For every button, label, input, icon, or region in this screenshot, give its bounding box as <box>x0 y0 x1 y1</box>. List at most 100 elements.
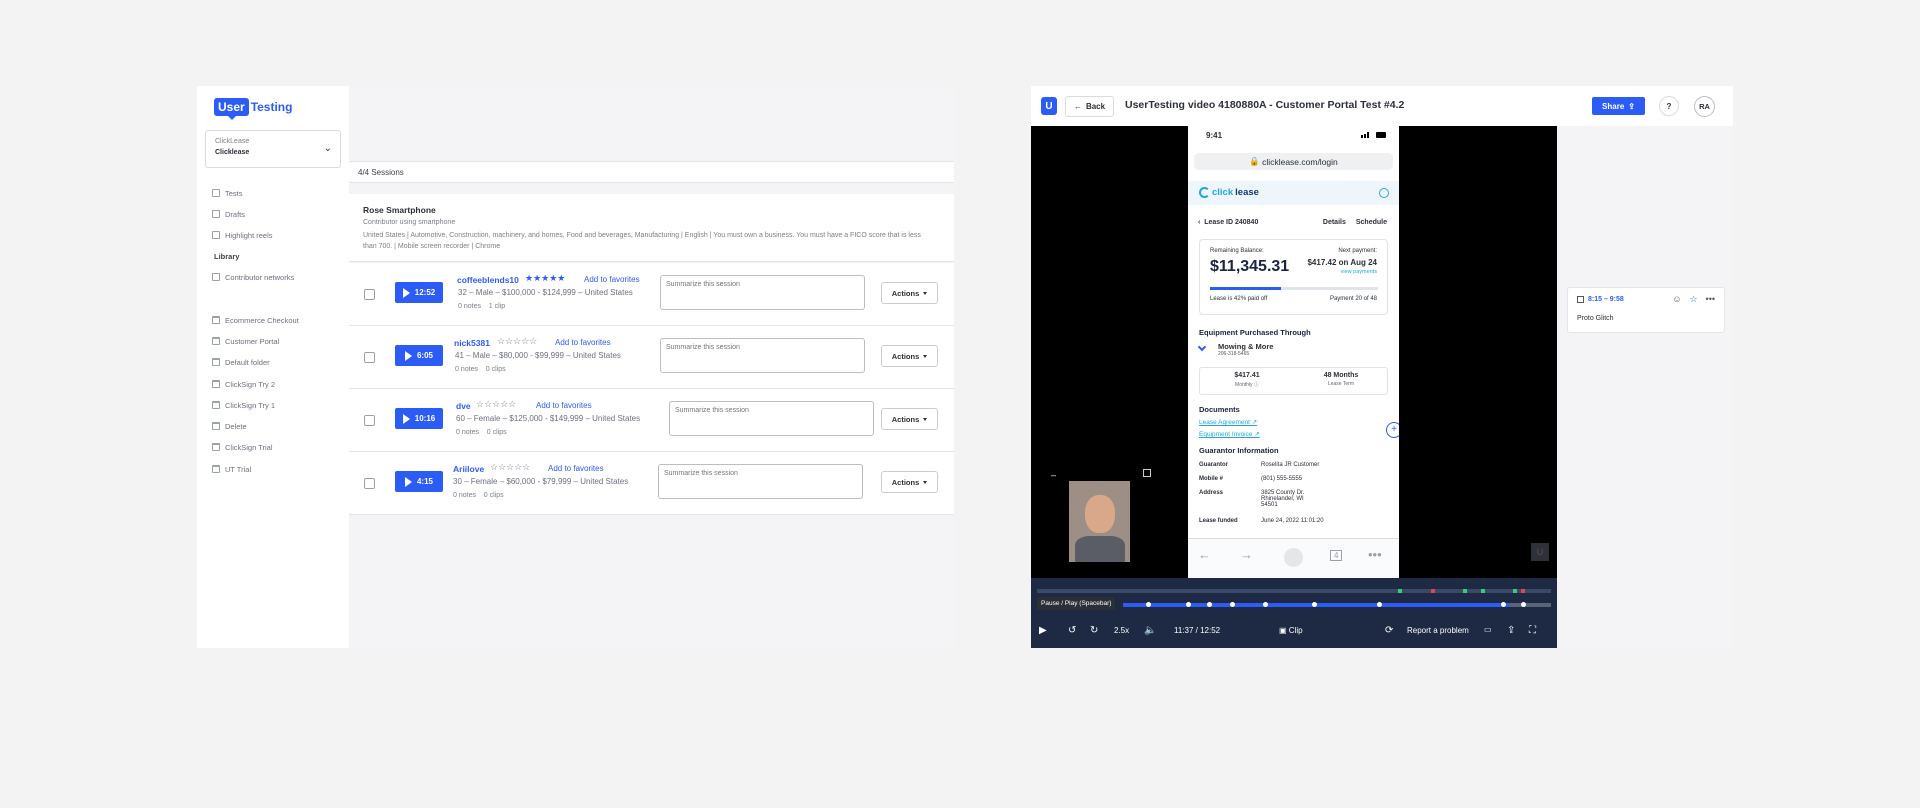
star-rating[interactable]: ★★★★★ <box>525 273 565 284</box>
actions-dropdown[interactable]: Actions <box>881 408 938 430</box>
sidebar: User Testing ClickLease Clicklease ⌄ Tes… <box>197 86 349 648</box>
folder-item[interactable]: Customer Portal <box>212 335 279 347</box>
play-session-button[interactable]: 4:15 <box>395 471 443 492</box>
emoji-icon[interactable]: ☺ <box>1672 294 1681 305</box>
volume-icon[interactable]: 🔈 <box>1144 625 1156 636</box>
green-marker <box>1398 589 1402 593</box>
folder-label: ClickSign Try 2 <box>225 379 276 389</box>
avatar[interactable]: RA <box>1694 96 1715 117</box>
note-marker[interactable] <box>1263 602 1268 607</box>
row-checkbox[interactable] <box>364 289 375 300</box>
report-problem-button[interactable]: Report a problem <box>1407 626 1469 635</box>
star-icon[interactable]: ☆ <box>1689 294 1697 305</box>
forward-icon[interactable]: ↻ <box>1090 625 1098 636</box>
row-checkbox[interactable] <box>364 352 375 363</box>
play-session-button[interactable]: 10:16 <box>395 408 443 429</box>
note-marker[interactable] <box>1230 602 1235 607</box>
arrow-left-icon: ← <box>1073 102 1082 111</box>
guarantor-value: Roselita JR Customer <box>1261 462 1320 468</box>
play-icon <box>404 350 412 361</box>
add-to-favorites-link[interactable]: Add to favorites <box>555 338 611 347</box>
add-to-favorites-link[interactable]: Add to favorites <box>584 275 640 284</box>
sidebar-item-drafts[interactable]: Drafts <box>212 208 245 220</box>
star-rating[interactable]: ☆☆☆☆☆ <box>490 462 530 473</box>
actions-dropdown[interactable]: Actions <box>881 471 938 493</box>
summary-input[interactable] <box>669 401 874 436</box>
note-marker[interactable] <box>1186 602 1191 607</box>
session-duration: 4:15 <box>416 477 433 486</box>
tests-icon <box>212 189 220 197</box>
usertesting-logo[interactable]: User Testing <box>214 98 292 120</box>
session-username[interactable]: Ariilove <box>453 464 484 474</box>
folder-item[interactable]: Delete <box>212 420 247 432</box>
folder-label: ClickSign Try 1 <box>225 400 276 410</box>
sidebar-item-highlight-reels[interactable]: Highlight reels <box>212 229 273 241</box>
share-icon[interactable]: ⇪ <box>1507 625 1515 636</box>
note-marker[interactable] <box>1207 602 1212 607</box>
note-marker[interactable] <box>1521 602 1526 607</box>
summary-input[interactable] <box>660 338 865 373</box>
expand-icon[interactable] <box>1143 469 1151 477</box>
summary-input[interactable] <box>658 464 863 499</box>
progress-bar[interactable] <box>1123 602 1551 607</box>
playback-speed[interactable]: 2.5x <box>1114 626 1129 635</box>
sidebar-item-contributor-networks[interactable]: Contributor networks <box>212 271 294 283</box>
play-session-button[interactable]: 12:52 <box>395 282 443 303</box>
actions-dropdown[interactable]: Actions <box>881 345 938 367</box>
monthly-term: $417.41 Monthly ⓘ <box>1200 372 1294 388</box>
actions-dropdown[interactable]: Actions <box>881 282 938 304</box>
share-button[interactable]: Share ⇪ <box>1592 97 1645 115</box>
lease-term: 48 Months Lease Term <box>1294 372 1388 387</box>
folder-item[interactable]: UT Trial <box>212 463 251 475</box>
video-area[interactable]: 9:41 🔒 clicklease.com/login click lease ‹… <box>1031 126 1557 648</box>
session-username[interactable]: nick5381 <box>454 338 490 348</box>
rewind-icon[interactable]: ↺ <box>1068 625 1076 636</box>
fullscreen-icon[interactable]: ⛶ <box>1529 625 1536 636</box>
clip-button[interactable]: ▣ Clip <box>1279 626 1303 635</box>
note-marker[interactable] <box>1312 602 1317 607</box>
sidebar-item-tests[interactable]: Tests <box>212 187 243 199</box>
summary-input[interactable] <box>660 275 865 310</box>
help-button[interactable]: ? <box>1659 96 1679 116</box>
term-label: Lease Term <box>1327 381 1355 387</box>
highlight-track[interactable] <box>1037 589 1551 593</box>
webcam-face <box>1085 495 1115 533</box>
session-username[interactable]: coffeeblends10 <box>457 275 519 285</box>
folder-item[interactable]: ClickSign Try 2 <box>212 378 275 390</box>
notes-count: 0 notes <box>455 366 478 373</box>
phone-screen: 9:41 🔒 clicklease.com/login click lease ‹… <box>1188 126 1399 578</box>
calendar-icon <box>1577 296 1584 303</box>
folder-item[interactable]: Ecommerce Checkout <box>212 314 299 326</box>
note-marker[interactable] <box>1501 602 1506 607</box>
workspace-selector[interactable]: ClickLease Clicklease ⌄ <box>205 130 341 168</box>
star-rating[interactable]: ☆☆☆☆☆ <box>497 336 537 347</box>
folder-item[interactable]: Default folder <box>212 356 270 368</box>
note-marker[interactable] <box>1146 602 1151 607</box>
row-checkbox[interactable] <box>364 478 375 489</box>
usertesting-logo[interactable]: U <box>1041 97 1057 115</box>
session-duration: 12:52 <box>414 288 436 297</box>
note-card[interactable]: 8:15 – 9:58 ☺ ☆ ••• Proto Glitch <box>1567 287 1725 333</box>
row-checkbox[interactable] <box>364 415 375 426</box>
play-icon[interactable]: ▶ <box>1039 625 1047 636</box>
back-button[interactable]: ← Back <box>1065 96 1114 117</box>
captions-icon[interactable]: ▭ <box>1484 625 1492 634</box>
add-to-favorites-link[interactable]: Add to favorites <box>536 401 592 410</box>
folder-icon <box>212 422 220 430</box>
folder-item[interactable]: ClickSign Try 1 <box>212 399 275 411</box>
star-rating[interactable]: ☆☆☆☆☆ <box>476 399 516 410</box>
minimize-icon[interactable]: – <box>1051 470 1056 480</box>
sync-icon[interactable]: ⟳ <box>1385 625 1393 636</box>
play-session-button[interactable]: 6:05 <box>395 345 443 366</box>
webcam-feed <box>1069 481 1130 562</box>
more-icon[interactable]: ••• <box>1706 294 1715 305</box>
note-time-text: 8:15 – 9:58 <box>1588 296 1624 303</box>
video-topbar: U ← Back UserTesting video 4180880A - Cus… <box>1031 86 1733 126</box>
contributor-card: Rose Smartphone Contributor using smartp… <box>349 194 954 262</box>
session-username[interactable]: dve <box>456 401 471 411</box>
folder-item[interactable]: ClickSign Trial <box>212 441 273 453</box>
add-to-favorites-link[interactable]: Add to favorites <box>548 464 604 473</box>
phone-status-bar: 9:41 <box>1188 126 1399 142</box>
red-marker <box>1431 589 1435 593</box>
note-marker[interactable] <box>1377 602 1382 607</box>
